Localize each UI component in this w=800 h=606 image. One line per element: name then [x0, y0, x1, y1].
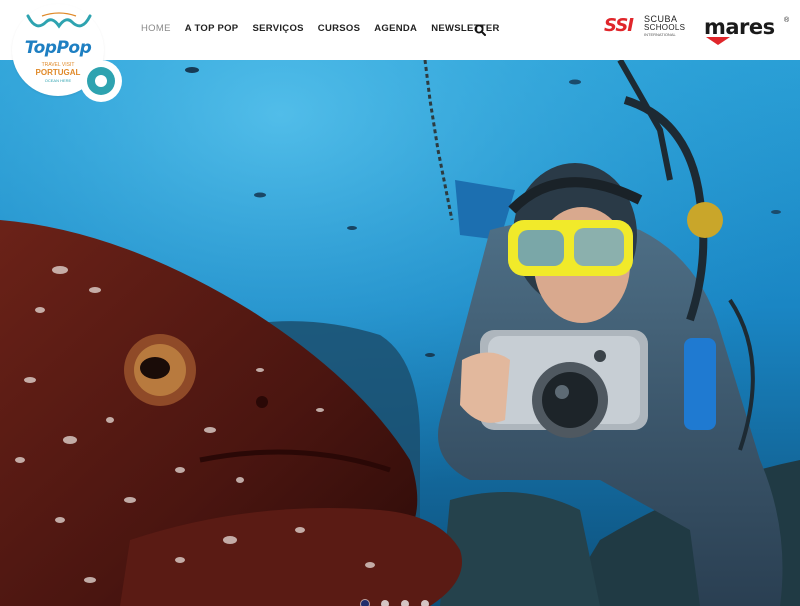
hero-image — [0, 60, 800, 606]
nav-newsletter[interactable]: NEWSLETTER — [431, 23, 499, 34]
nav-servicos[interactable]: SERVIÇOS — [252, 23, 303, 34]
nav-cursos[interactable]: CURSOS — [318, 23, 360, 34]
ssi-mark: SSI — [604, 15, 634, 36]
nav-home[interactable]: HOME — [141, 23, 171, 34]
logo-ring-icon — [80, 60, 122, 102]
mares-swoosh-icon — [706, 37, 730, 45]
ssi-line2: SCHOOLS — [644, 23, 686, 32]
ssi-line3: INTERNATIONAL — [644, 32, 676, 37]
ssi-logo[interactable]: SSI SCUBA SCHOOLS INTERNATIONAL — [604, 14, 688, 38]
mares-logo[interactable]: mares ® — [704, 15, 790, 45]
main-nav: HOME A TOP POP SERVIÇOS CURSOS AGENDA NE… — [141, 23, 514, 34]
slider-pagination — [361, 600, 429, 606]
slider-dot-4[interactable] — [421, 600, 429, 606]
nav-agenda[interactable]: AGENDA — [374, 23, 417, 34]
slider-dot-3[interactable] — [401, 600, 409, 606]
mares-registered-mark: ® — [784, 17, 790, 24]
hero-slider[interactable] — [0, 60, 800, 606]
search-icon[interactable] — [474, 23, 486, 36]
slider-dot-2[interactable] — [381, 600, 389, 606]
nav-a-top-pop[interactable]: A TOP POP — [185, 23, 239, 34]
slider-dot-1[interactable] — [361, 600, 369, 606]
logo-wordmark: TopPop — [24, 38, 92, 58]
mares-wordmark: mares — [704, 15, 775, 39]
site-header: HOME A TOP POP SERVIÇOS CURSOS AGENDA NE… — [0, 0, 800, 60]
logo-waves-icon — [26, 12, 92, 29]
